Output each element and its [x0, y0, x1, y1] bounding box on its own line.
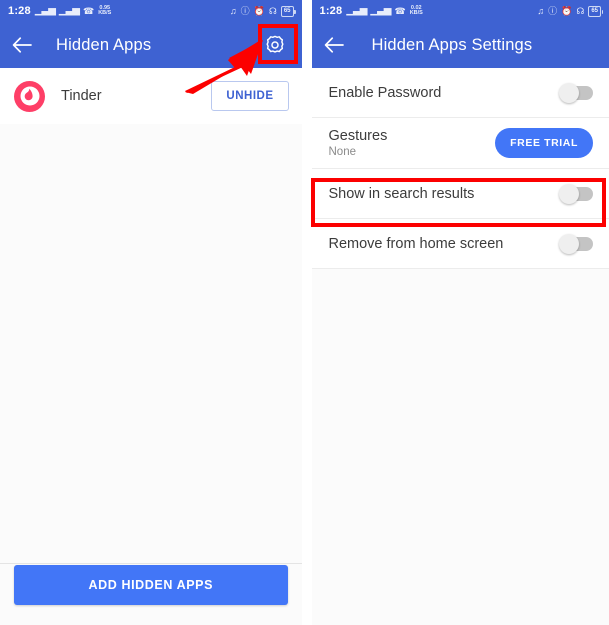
signal-icon: ▁▃▅	[346, 5, 367, 16]
setting-sublabel: None	[328, 146, 357, 158]
setting-label: Remove from home screen	[328, 235, 504, 252]
toggle-knob	[559, 233, 579, 254]
setting-label: Show in search results	[328, 185, 475, 202]
status-bar-left-group: 1:28 ▁▃▅ ▁▃▅ ☎ 0.02 KB/S	[320, 5, 423, 17]
flame-glyph	[24, 88, 33, 101]
network-speed-unit: KB/S	[98, 10, 112, 16]
status-bar-left: 1:28 ▁▃▅ ▁▃▅ ☎ 0.95 KB/S ♫ ⓘ ⏰ ☊ 65	[0, 0, 302, 22]
network-speed: 0.95 KB/S	[98, 5, 112, 17]
dual-screenshot-container: 1:28 ▁▃▅ ▁▃▅ ☎ 0.95 KB/S ♫ ⓘ ⏰ ☊ 65 Hidd…	[0, 0, 609, 625]
free-trial-button[interactable]: FREE TRIAL	[495, 128, 593, 158]
bluetooth-icon: ☊	[576, 5, 585, 16]
network-speed-unit: KB/S	[409, 10, 423, 16]
app-bar-right: Hidden Apps Settings	[311, 22, 609, 68]
status-bar-left-group: 1:28 ▁▃▅ ▁▃▅ ☎ 0.95 KB/S	[8, 5, 111, 17]
setting-row-show-in-search-results[interactable]: Show in search results	[311, 169, 609, 219]
bluetooth-icon: ☊	[268, 5, 277, 16]
status-bar-right-group: ♫ ⓘ ⏰ ☊ 65	[229, 5, 296, 17]
app-name-label: Tinder	[61, 88, 102, 104]
dnd-icon: ⓘ	[240, 5, 250, 16]
add-hidden-apps-button[interactable]: ADD HIDDEN APPS	[14, 565, 288, 605]
battery-icon: 65	[280, 5, 296, 17]
setting-label: Enable Password	[328, 84, 442, 101]
back-arrow-icon[interactable]	[0, 22, 44, 68]
vibrate-icon: ♫	[229, 5, 237, 16]
status-time: 1:28	[319, 5, 343, 17]
settings-list: Enable Password Gestures None FREE TRIAL…	[311, 68, 609, 625]
remove-from-home-screen-toggle[interactable]	[559, 233, 593, 254]
setting-row-remove-from-home-screen[interactable]: Remove from home screen	[311, 219, 609, 269]
status-bar-right: 1:28 ▁▃▅ ▁▃▅ ☎ 0.02 KB/S ♫ ⓘ ⏰ ☊ 65	[311, 0, 609, 22]
back-arrow-icon[interactable]	[312, 22, 356, 68]
wifi-icon: ☎	[394, 5, 406, 16]
content-divider	[0, 563, 302, 564]
signal-icon: ▁▃▅	[58, 5, 80, 16]
network-speed: 0.02 KB/S	[409, 5, 423, 17]
alarm-icon: ⏰	[561, 5, 573, 16]
battery-icon: 65	[588, 5, 603, 17]
status-time: 1:28	[8, 5, 31, 17]
unhide-button[interactable]: UNHIDE	[211, 81, 289, 111]
enable-password-toggle[interactable]	[559, 82, 593, 103]
list-item[interactable]: Tinder UNHIDE	[0, 68, 302, 124]
left-screen-content: Tinder UNHIDE ADD HIDDEN APPS	[0, 68, 302, 625]
status-bar-right-group: ♫ ⓘ ⏰ ☊ 65	[537, 5, 603, 17]
page-title: Hidden Apps Settings	[371, 35, 533, 54]
wifi-icon: ☎	[82, 5, 95, 16]
empty-space	[311, 269, 609, 625]
page-title: Hidden Apps	[56, 35, 152, 54]
toggle-knob	[559, 82, 579, 103]
gear-icon[interactable]	[262, 32, 288, 58]
back-arrow-glyph	[324, 37, 344, 53]
right-phone-screen: 1:28 ▁▃▅ ▁▃▅ ☎ 0.02 KB/S ♫ ⓘ ⏰ ☊ 65 Hidd…	[311, 0, 609, 625]
alarm-icon: ⏰	[253, 5, 265, 16]
dnd-icon: ⓘ	[548, 5, 558, 16]
tinder-icon	[14, 80, 45, 112]
setting-row-gestures[interactable]: Gestures None FREE TRIAL	[311, 118, 609, 169]
app-bar-left: Hidden Apps	[0, 22, 302, 68]
setting-row-enable-password[interactable]: Enable Password	[311, 68, 609, 118]
add-hidden-apps-container: ADD HIDDEN APPS	[0, 565, 302, 605]
signal-icon: ▁▃▅	[370, 5, 391, 16]
vibrate-icon: ♫	[537, 5, 545, 16]
toggle-knob	[559, 183, 579, 204]
signal-icon: ▁▃▅	[34, 5, 56, 16]
left-phone-screen: 1:28 ▁▃▅ ▁▃▅ ☎ 0.95 KB/S ♫ ⓘ ⏰ ☊ 65 Hidd…	[0, 0, 303, 625]
setting-label: Gestures	[328, 128, 388, 144]
gestures-label-stack: Gestures None	[329, 128, 388, 158]
back-arrow-glyph	[12, 37, 32, 53]
gear-glyph	[265, 35, 284, 53]
show-in-search-results-toggle[interactable]	[559, 183, 593, 204]
